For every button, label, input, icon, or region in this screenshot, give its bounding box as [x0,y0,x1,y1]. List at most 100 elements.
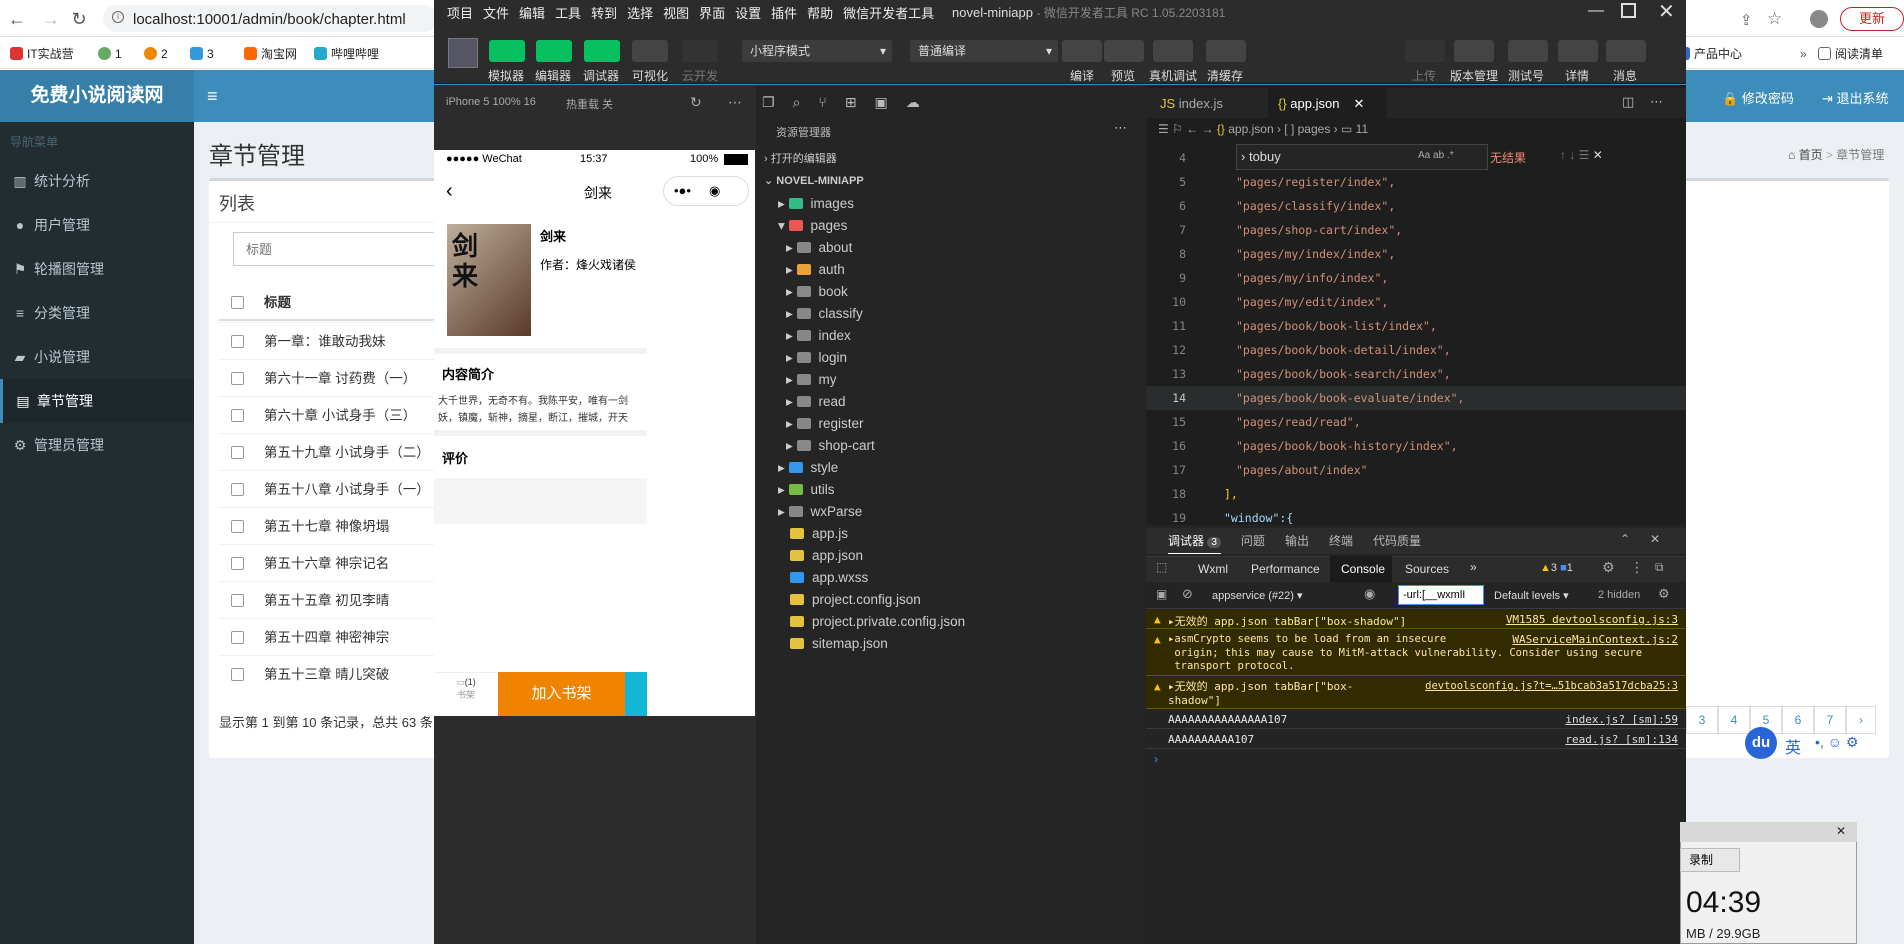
menu-item[interactable]: 插件 [771,3,797,22]
file-app-json[interactable]: app.json [790,545,863,567]
table-row[interactable]: 第六十一章 讨药费（一） [219,359,439,396]
bookmark-item[interactable]: 淘宝网 [244,45,297,63]
close-circle-icon[interactable]: ◉ [709,183,720,198]
project-avatar[interactable] [448,38,478,68]
back-arrow-icon[interactable]: ‹ [446,180,453,203]
context-select[interactable]: appservice (#22) ▾ [1212,589,1303,602]
table-row[interactable]: 第五十八章 小试身手（一） [219,470,439,507]
folder-auth[interactable]: ▸ auth [786,259,845,281]
row-checkbox[interactable] [231,372,244,385]
bookmark-item[interactable]: IT实战营 [10,45,74,63]
next-page-link[interactable]: › [1846,706,1876,734]
git-icon[interactable]: ⑂ [818,94,826,111]
file-app-wxss[interactable]: app.wxss [790,567,868,589]
row-checkbox[interactable] [231,446,244,459]
row-checkbox[interactable] [231,520,244,533]
tab-console[interactable]: Console [1341,562,1385,576]
row-checkbox[interactable] [231,594,244,607]
ime-lang[interactable]: 英 [1785,734,1801,758]
tab-index-js[interactable]: JS index.js [1160,96,1223,111]
compile-button[interactable] [1062,40,1102,62]
log-levels-select[interactable]: Default levels ▾ [1494,589,1569,602]
hot-reload-toggle[interactable]: 热重载 关 [566,96,613,112]
folder-book[interactable]: ▸ book [786,281,848,303]
forward-icon[interactable]: → [40,8,62,30]
menu-item[interactable]: 设置 [735,3,761,22]
visual-button[interactable] [632,40,668,62]
more-icon[interactable]: ⋯ [1114,120,1127,136]
tab-code-quality[interactable]: 代码质量 [1373,528,1421,554]
console-prompt[interactable]: › [1154,752,1158,766]
close-window-icon[interactable]: ✕ [1658,0,1675,24]
row-checkbox[interactable] [231,668,244,681]
avatar[interactable] [1810,10,1828,28]
change-password-link[interactable]: 🔒 修改密码 [1722,88,1794,107]
tab-debugger[interactable]: 调试器 3 [1168,528,1221,554]
compile-mode-select[interactable]: 普通编译 ▾ [910,40,1058,62]
menu-item[interactable]: 帮助 [807,3,833,22]
reading-list[interactable]: 阅读清单 [1818,45,1883,63]
sidebar-item-novel[interactable]: ▰ 小说管理 [0,335,194,379]
file-project-config[interactable]: project.config.json [790,589,921,611]
clear-cache-button[interactable] [1206,40,1246,62]
open-editors-section[interactable]: › 打开的编辑器 [764,148,837,170]
tab-problems[interactable]: 问题 [1241,528,1265,554]
sidebar-item-carousel[interactable]: ⚑ 轮播图管理 [0,247,194,291]
dock-icon[interactable]: ⧉ [1655,560,1664,575]
page-link[interactable]: 4 [1718,706,1750,734]
info-icon[interactable]: i [112,11,124,23]
folder-index[interactable]: ▸ index [786,325,851,347]
folder-my[interactable]: ▸ my [786,369,837,391]
menu-toggle-icon[interactable]: ≡ [207,86,218,107]
settings-gear-icon[interactable]: ⚙ [1602,559,1615,576]
table-row[interactable]: 第五十五章 初见李晴 [219,581,439,618]
cloud-icon[interactable]: ☁ [906,94,920,111]
row-checkbox[interactable] [231,483,244,496]
page-link[interactable]: 7 [1814,706,1846,734]
mode-select[interactable]: 小程序模式 ▾ [742,40,892,62]
record-tab[interactable]: 录制 [1680,848,1740,872]
clear-console-icon[interactable]: ⊘ [1182,586,1193,602]
sidebar-item-category[interactable]: ≡ 分类管理 [0,291,194,335]
file-sitemap[interactable]: sitemap.json [790,633,888,655]
version-button[interactable] [1454,40,1494,62]
file-project-private-config[interactable]: project.private.config.json [790,611,965,633]
bookmark-item[interactable]: 1 [98,45,122,63]
menu-item[interactable]: 编辑 [519,3,545,22]
more-icon[interactable]: ⋯ [728,94,742,111]
preview-button[interactable] [1104,40,1144,62]
menu-item[interactable]: 项目 [447,3,473,22]
project-section[interactable]: ⌄ NOVEL-MINIAPP [764,170,864,192]
admin-logo[interactable]: 免费小说阅读网 [0,70,194,122]
menu-item[interactable]: 视图 [663,3,689,22]
tab-wxml[interactable]: Wxml [1198,562,1228,576]
menu-item[interactable]: 工具 [555,3,581,22]
bookmark-item[interactable]: 产品中心 [1677,45,1742,63]
more-tabs-icon[interactable]: » [1470,560,1477,574]
row-checkbox[interactable] [231,557,244,570]
collapse-panel-icon[interactable]: ⌃ [1620,532,1630,546]
table-row[interactable]: 第六十章 小试身手（三） [219,396,439,433]
reload-icon[interactable]: ↻ [68,8,90,30]
tab-output[interactable]: 输出 [1285,528,1309,554]
row-checkbox[interactable] [231,631,244,644]
maximize-icon[interactable] [1621,3,1636,18]
console-filter-input[interactable]: -url:[__wxmlI [1398,585,1484,605]
folder-utils[interactable]: ▸ utils [778,479,835,501]
details-button[interactable] [1558,40,1598,62]
folder-read[interactable]: ▸ read [786,391,846,413]
folder-login[interactable]: ▸ login [786,347,847,369]
issue-counts[interactable]: ▲3 ■1 [1540,562,1573,574]
list-icon[interactable]: ☰ [1158,122,1169,136]
folder-about[interactable]: ▸ about [786,237,852,259]
breadcrumb-home[interactable]: 首页 [1799,148,1823,162]
bookmark-item[interactable]: 哔哩哔哩 [314,45,379,63]
files-icon[interactable]: ❐ [762,94,775,111]
table-row[interactable]: 第一章：谁敢动我妹 [219,322,439,359]
simulator-button[interactable] [489,40,525,62]
shelf-tab[interactable]: ▭(1) 书架 [434,672,498,716]
folder-wxparse[interactable]: ▸ wxParse [778,501,862,523]
folder-style[interactable]: ▸ style [778,457,838,479]
sidebar-item-users[interactable]: ● 用户管理 [0,203,194,247]
menu-item[interactable]: 文件 [483,3,509,22]
